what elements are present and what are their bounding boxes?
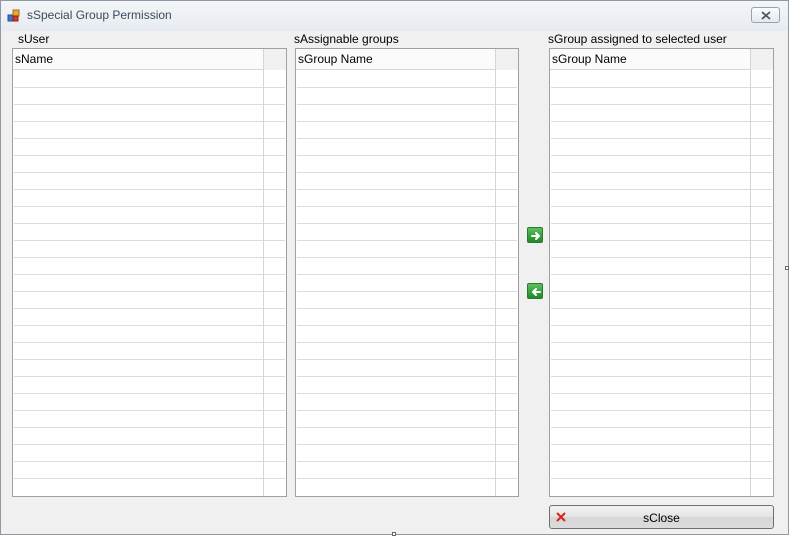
assignable-groups-grid[interactable]: sGroup Name bbox=[295, 48, 519, 497]
unassign-group-button[interactable] bbox=[527, 283, 543, 299]
column-header-name[interactable]: sName bbox=[13, 49, 264, 70]
assigned-grid-header: sGroup Name bbox=[550, 49, 773, 70]
special-group-permission-window: sSpecial Group Permission sUser sAssigna… bbox=[0, 0, 789, 535]
close-icon bbox=[761, 11, 771, 20]
window-app-icon bbox=[7, 9, 21, 23]
column-header-group-name[interactable]: sGroup Name bbox=[550, 49, 751, 70]
user-group-label: sUser bbox=[18, 32, 50, 46]
resize-handle[interactable] bbox=[785, 266, 789, 270]
user-grid[interactable]: sName bbox=[12, 48, 287, 497]
grid-divider bbox=[750, 70, 751, 496]
arrow-right-icon bbox=[531, 232, 540, 240]
header-spacer bbox=[495, 49, 518, 70]
window-title: sSpecial Group Permission bbox=[27, 8, 172, 22]
window-close-button[interactable] bbox=[751, 7, 780, 23]
header-spacer bbox=[263, 49, 286, 70]
user-grid-rows[interactable] bbox=[14, 50, 285, 495]
close-button-label: sClose bbox=[643, 511, 680, 525]
column-header-group-name[interactable]: sGroup Name bbox=[296, 49, 496, 70]
assigned-groups-grid[interactable]: sGroup Name bbox=[549, 48, 774, 497]
resize-handle[interactable] bbox=[392, 532, 396, 536]
assignable-grid-header: sGroup Name bbox=[296, 49, 518, 70]
assigned-groups-label: sGroup assigned to selected user bbox=[548, 32, 727, 46]
close-button[interactable]: sClose bbox=[549, 505, 774, 529]
header-spacer bbox=[750, 49, 773, 70]
user-grid-header: sName bbox=[13, 49, 286, 70]
assignable-groups-label: sAssignable groups bbox=[294, 32, 399, 46]
grid-divider bbox=[263, 70, 264, 496]
grid-divider bbox=[495, 70, 496, 496]
assign-group-button[interactable] bbox=[527, 227, 543, 243]
title-bar: sSpecial Group Permission bbox=[1, 1, 788, 31]
arrow-left-icon bbox=[532, 288, 541, 296]
assigned-grid-rows[interactable] bbox=[551, 50, 772, 495]
assignable-grid-rows[interactable] bbox=[297, 50, 517, 495]
